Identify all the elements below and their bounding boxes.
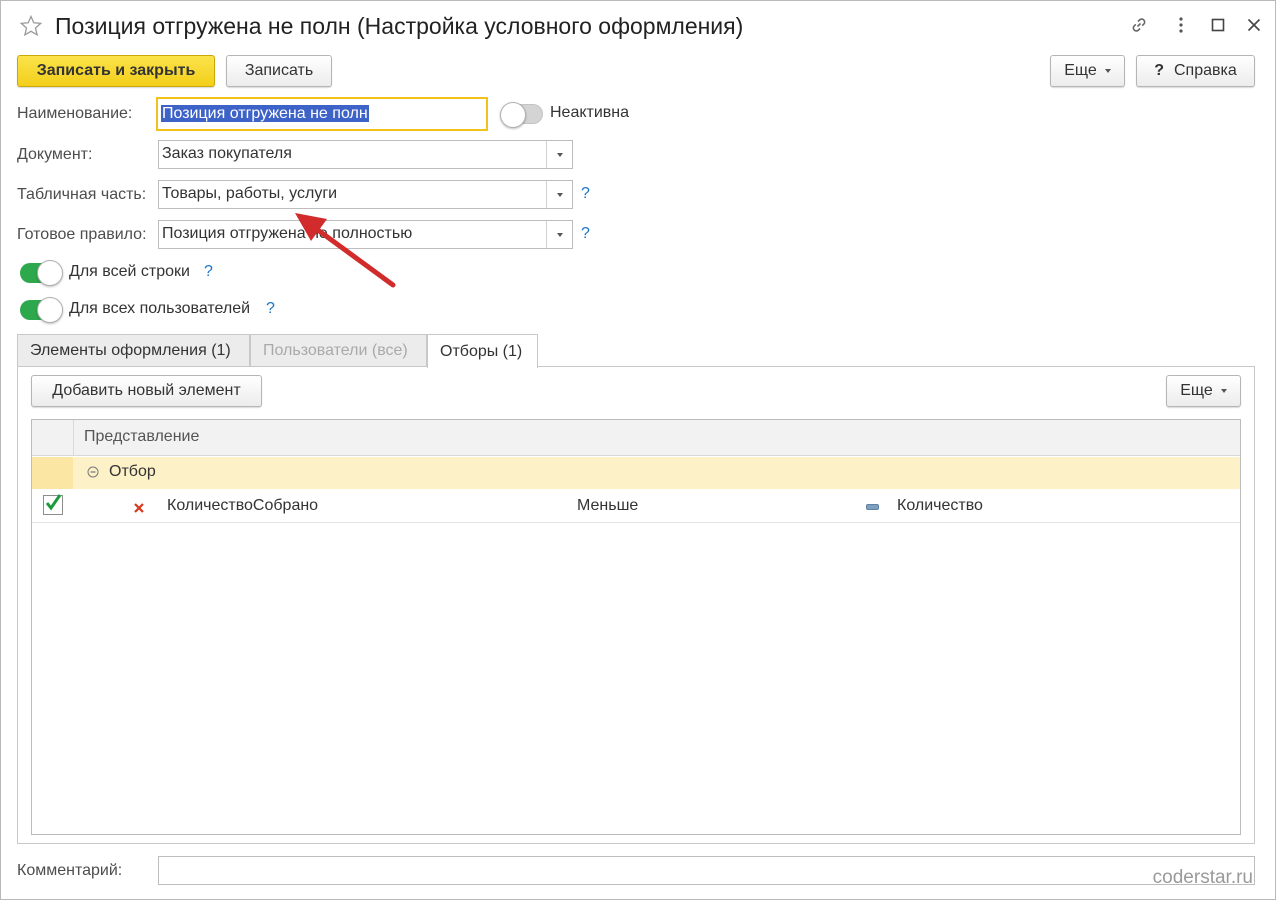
maximize-icon[interactable]: [1208, 15, 1228, 35]
whole-row-label: Для всей строки: [69, 263, 190, 280]
all-users-label: Для всех пользователей: [69, 300, 251, 317]
tab-users[interactable]: Пользователи (все): [250, 334, 427, 367]
help-question-icon: ?: [1154, 62, 1164, 79]
comment-input[interactable]: [158, 856, 1255, 885]
document-label: Документ:: [17, 146, 93, 163]
watermark-text: coderstar.ru: [1152, 867, 1253, 888]
table-row[interactable]: КоличествоСобрано Меньше Количество: [32, 489, 1240, 523]
menu-dots-icon[interactable]: [1171, 15, 1191, 35]
chevron-down-icon: [556, 232, 563, 237]
add-new-element-button[interactable]: Добавить новый элемент: [31, 375, 262, 407]
settings-window: Позиция отгружена не полн (Настройка усл…: [0, 0, 1276, 900]
row-enabled-checkbox[interactable]: [43, 494, 63, 515]
more-button-label: Еще: [1064, 62, 1097, 79]
filter-condition-cell: Меньше: [577, 497, 639, 514]
filters-table[interactable]: Представление Отбор КоличествоСобрано Ме…: [31, 419, 1241, 835]
filter-value-cell: Количество: [897, 497, 983, 514]
all-users-toggle[interactable]: [20, 297, 63, 323]
tabular-part-value: Товары, работы, услуги: [162, 185, 338, 202]
favorite-star-icon[interactable]: [19, 14, 43, 38]
chevron-down-icon: [1104, 69, 1111, 73]
table-header: Представление: [32, 420, 1240, 456]
window-title: Позиция отгружена не полн (Настройка усл…: [55, 13, 744, 39]
column-header-representation[interactable]: Представление: [84, 428, 199, 446]
comment-label: Комментарий:: [17, 862, 123, 879]
whole-row-help-icon[interactable]: ?: [204, 263, 213, 281]
chevron-down-icon: [1220, 389, 1227, 393]
tabular-part-help-icon[interactable]: ?: [581, 185, 590, 203]
all-users-help-icon[interactable]: ?: [266, 300, 275, 318]
group-row-marker: [32, 457, 73, 489]
ready-rule-dropdown-button[interactable]: [546, 221, 572, 248]
filters-more-label: Еще: [1180, 382, 1213, 399]
document-dropdown-button[interactable]: [546, 141, 572, 168]
tab-filters[interactable]: Отборы (1): [427, 334, 538, 368]
value-type-icon: [866, 504, 879, 510]
delete-condition-icon[interactable]: [133, 501, 145, 513]
tabular-part-label: Табличная часть:: [17, 186, 147, 203]
document-select[interactable]: Заказ покупателя: [158, 140, 573, 169]
filter-group-row[interactable]: Отбор: [32, 457, 1240, 489]
toggle-knob: [37, 260, 63, 286]
name-label: Наименование:: [17, 105, 133, 122]
group-label: Отбор: [109, 463, 156, 480]
name-input[interactable]: Позиция отгружена не полн: [156, 97, 488, 131]
save-button[interactable]: Записать: [226, 55, 332, 87]
save-and-close-button[interactable]: Записать и закрыть: [17, 55, 215, 87]
filters-more-button[interactable]: Еще: [1166, 375, 1241, 407]
ready-rule-label: Готовое правило:: [17, 226, 147, 243]
column-divider: [73, 420, 74, 456]
close-icon[interactable]: [1244, 15, 1264, 35]
more-button[interactable]: Еще: [1050, 55, 1125, 87]
tabular-part-dropdown-button[interactable]: [546, 181, 572, 208]
tab-appearance-elements[interactable]: Элементы оформления (1): [17, 334, 250, 367]
document-select-value: Заказ покупателя: [162, 145, 292, 162]
help-button[interactable]: ? Справка: [1136, 55, 1255, 87]
toggle-knob: [37, 297, 63, 323]
help-button-label: Справка: [1174, 62, 1237, 79]
filter-field-cell: КоличествоСобрано: [167, 497, 319, 514]
link-icon[interactable]: [1129, 15, 1149, 35]
collapse-icon[interactable]: [86, 465, 100, 479]
ready-rule-help-icon[interactable]: ?: [581, 225, 590, 243]
inactive-toggle[interactable]: [500, 102, 543, 128]
name-input-value: Позиция отгружена не полн: [161, 105, 369, 122]
toggle-knob: [500, 102, 526, 128]
whole-row-toggle[interactable]: [20, 260, 63, 286]
inactive-label: Неактивна: [550, 104, 630, 121]
chevron-down-icon: [556, 152, 563, 157]
chevron-down-icon: [556, 192, 563, 197]
red-arrow-annotation: [295, 213, 396, 288]
